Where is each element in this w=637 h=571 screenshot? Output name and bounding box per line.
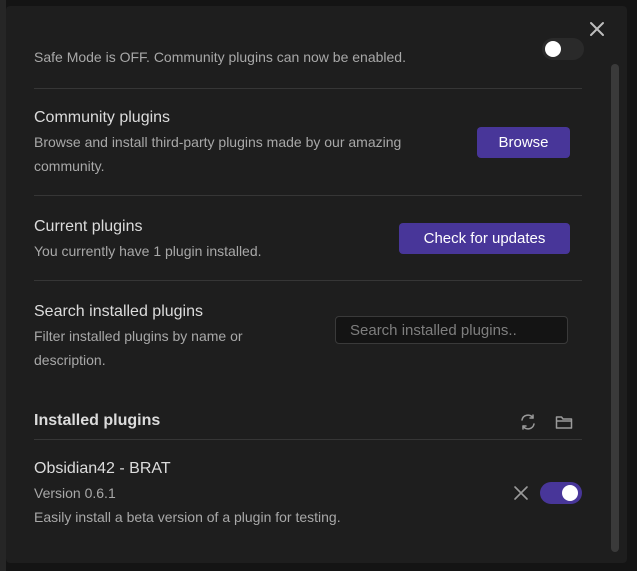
uninstall-plugin-icon[interactable] [511,483,531,503]
toggle-knob [562,485,578,501]
search-plugins-desc: Filter installed plugins by name or desc… [34,328,243,368]
reload-icon[interactable] [518,412,538,432]
plugin-enable-toggle[interactable] [540,482,582,504]
plugin-item: Obsidian42 - BRAT Version 0.6.1 Easily i… [34,440,582,540]
plugin-version: Version 0.6.1 [34,485,116,501]
plugin-name: Obsidian42 - BRAT [34,460,171,477]
folder-icon[interactable] [554,412,574,432]
community-plugins-desc: Browse and install third-party plugins m… [34,134,402,174]
close-icon[interactable] [586,18,608,40]
check-for-updates-button[interactable]: Check for updates [399,223,570,254]
browse-button[interactable]: Browse [477,127,570,158]
plugin-settings-modal: Safe Mode is OFF. Community plugins can … [6,6,627,563]
safe-mode-text: Safe Mode is OFF. Community plugins can … [34,49,406,65]
search-plugins-title: Search installed plugins [34,303,203,320]
current-plugins-setting: Current plugins You currently have 1 plu… [34,196,582,281]
plugin-description: Easily install a beta version of a plugi… [34,509,341,525]
current-plugins-title: Current plugins [34,218,143,235]
search-plugins-setting: Search installed plugins Filter installe… [34,281,582,387]
safe-mode-setting: Safe Mode is OFF. Community plugins can … [34,38,584,89]
search-installed-plugins-input[interactable] [335,316,568,344]
app-frame: Safe Mode is OFF. Community plugins can … [0,0,637,571]
installed-plugins-heading: Installed plugins [34,411,582,440]
safe-mode-toggle[interactable] [542,38,584,60]
scrollbar[interactable] [611,64,619,552]
toggle-knob [545,41,561,57]
community-plugins-setting: Community plugins Browse and install thi… [34,89,582,196]
installed-plugins-title: Installed plugins [34,412,161,429]
current-plugins-desc: You currently have 1 plugin installed. [34,243,262,259]
community-plugins-title: Community plugins [34,109,171,126]
